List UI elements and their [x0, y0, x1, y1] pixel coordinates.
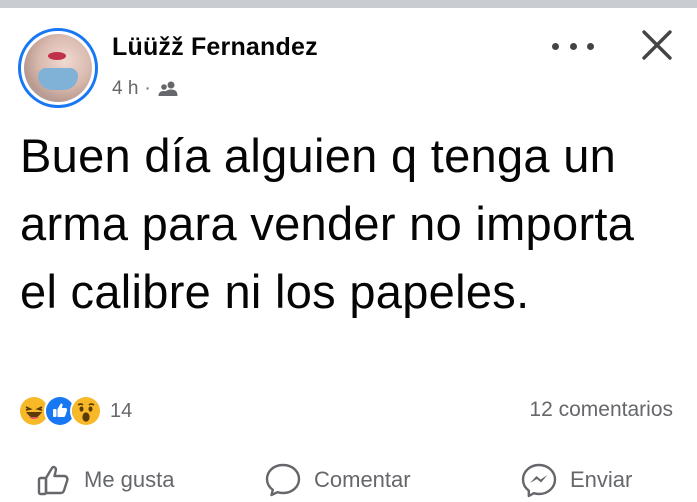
post-text: Buen día alguien q tenga un arma para ve…	[20, 129, 635, 318]
post-actions-bar: Me gusta Comentar Enviar	[0, 462, 697, 502]
author-avatar[interactable]	[18, 28, 98, 108]
comment-label: Comentar	[314, 467, 411, 492]
like-button[interactable]: Me gusta	[36, 462, 175, 498]
reaction-count: 14	[110, 399, 133, 422]
send-label: Enviar	[570, 467, 633, 492]
messenger-icon	[520, 462, 558, 498]
post-meta: 4 h ·	[112, 78, 179, 100]
more-options-button[interactable]	[552, 36, 594, 56]
top-divider	[0, 0, 697, 8]
post-time[interactable]: 4 h	[112, 78, 138, 100]
comment-button[interactable]: Comentar	[264, 462, 411, 498]
comment-bubble-icon	[264, 462, 302, 498]
author-name[interactable]: Lüüžž Fernandez	[112, 33, 318, 62]
like-label: Me gusta	[84, 467, 175, 492]
close-icon[interactable]	[640, 28, 674, 62]
thumbs-up-icon	[36, 462, 72, 498]
reactions-summary[interactable]: 14	[18, 395, 132, 427]
avatar-photo	[24, 34, 92, 102]
dot-icon	[569, 42, 577, 50]
meta-separator: ·	[144, 78, 151, 99]
friends-icon	[157, 80, 179, 98]
wow-reaction-icon	[70, 395, 102, 427]
send-button[interactable]: Enviar	[520, 462, 632, 498]
dot-icon	[587, 42, 594, 50]
dot-icon	[552, 42, 559, 50]
comments-count-link[interactable]: 12 comentarios	[529, 398, 673, 422]
